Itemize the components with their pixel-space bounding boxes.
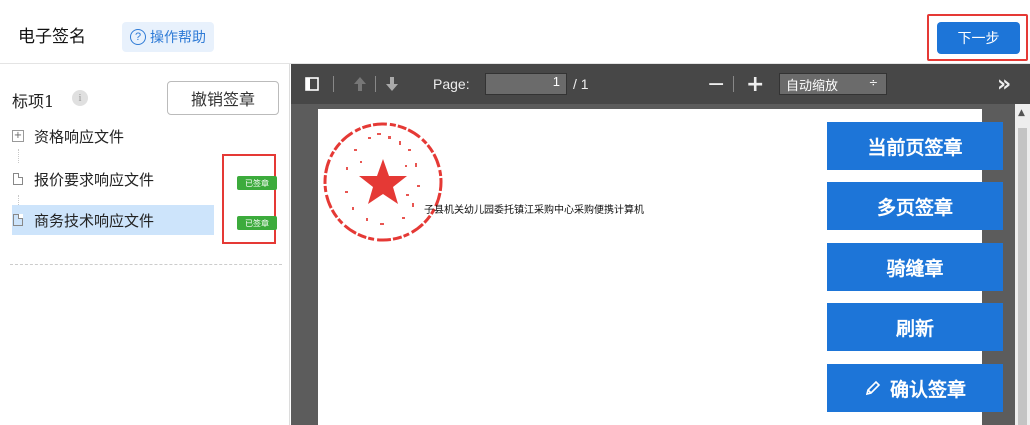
viewer-toolbar: Page: 1 / 1 − + 自动缩放 ÷ » xyxy=(291,64,1030,104)
tree-item-label: 商务技术响应文件 xyxy=(34,211,155,230)
confirm-seal-label: 确认签章 xyxy=(889,378,966,401)
tree-item-label: 报价要求响应文件 xyxy=(34,170,155,189)
scroll-thumb[interactable] xyxy=(1018,128,1027,425)
next-page-icon[interactable] xyxy=(385,64,399,104)
help-button[interactable]: ? 操作帮助 xyxy=(122,22,214,52)
page-label: Page: xyxy=(433,76,470,92)
page-total: / 1 xyxy=(573,76,589,92)
tree-connector xyxy=(18,149,19,163)
toolbar-separator xyxy=(733,76,734,92)
help-label: 操作帮助 xyxy=(150,30,206,46)
tree-item-quotation[interactable]: 报价要求响应文件 xyxy=(12,164,154,194)
lot-label: 标项1 xyxy=(12,92,55,111)
seal-stamp-icon xyxy=(323,122,443,242)
expand-plus-icon[interactable]: + xyxy=(12,130,24,142)
pdf-viewer: Page: 1 / 1 − + 自动缩放 ÷ » 子县机关幼儿园委托镇江采购中心… xyxy=(291,64,1030,425)
zoom-value: 自动缩放 xyxy=(786,78,839,94)
top-bar: 电子签名 ? 操作帮助 下一步 xyxy=(0,0,1030,64)
signed-badge: 已签章 xyxy=(237,176,277,190)
tree-item-business-technical[interactable]: 商务技术响应文件 xyxy=(12,205,214,235)
signed-badge: 已签章 xyxy=(237,216,277,230)
dropdown-arrow-icon: ÷ xyxy=(868,76,878,89)
divider xyxy=(10,264,282,265)
toolbar-separator xyxy=(333,76,334,92)
next-highlight-box: 下一步 xyxy=(927,14,1028,61)
tree-item-qualification[interactable]: + 资格响应文件 xyxy=(12,121,124,151)
seam-seal-button[interactable]: 骑缝章 xyxy=(827,243,1003,291)
current-page-sign-button[interactable]: 当前页签章 xyxy=(827,122,1003,170)
previous-page-icon[interactable] xyxy=(353,64,367,104)
revoke-signature-button[interactable]: 撤销签章 xyxy=(167,81,279,115)
page-number-input[interactable]: 1 xyxy=(485,73,567,95)
info-icon[interactable]: i xyxy=(72,90,88,106)
signed-highlight-box: 已签章 已签章 xyxy=(222,154,277,244)
toolbar-separator xyxy=(375,76,376,92)
next-step-button[interactable]: 下一步 xyxy=(937,22,1020,54)
zoom-in-button[interactable]: + xyxy=(746,64,764,104)
sidebar-toggle-icon[interactable] xyxy=(305,64,319,104)
vertical-scrollbar[interactable]: ▲ xyxy=(1015,104,1030,425)
zoom-select[interactable]: 自动缩放 ÷ xyxy=(779,73,887,95)
more-tools-icon[interactable]: » xyxy=(997,64,1011,104)
refresh-button[interactable]: 刷新 xyxy=(827,303,1003,351)
page-title: 电子签名 xyxy=(18,27,86,47)
pencil-icon xyxy=(865,380,881,396)
document-tree-panel: 标项1 i 撤销签章 + 资格响应文件 报价要求响应文件 商务技术响应文件 已签… xyxy=(0,64,290,425)
scroll-up-icon[interactable]: ▲ xyxy=(1018,108,1025,118)
tree-item-label: 资格响应文件 xyxy=(34,127,125,146)
file-icon xyxy=(13,214,23,226)
document-text: 子县机关幼儿园委托镇江采购中心采购便携计算机 xyxy=(424,205,644,216)
question-icon: ? xyxy=(130,29,146,45)
multi-page-sign-button[interactable]: 多页签章 xyxy=(827,182,1003,230)
zoom-out-button[interactable]: − xyxy=(707,64,725,104)
confirm-seal-button[interactable]: 确认签章 xyxy=(827,364,1003,412)
file-icon xyxy=(13,173,23,185)
